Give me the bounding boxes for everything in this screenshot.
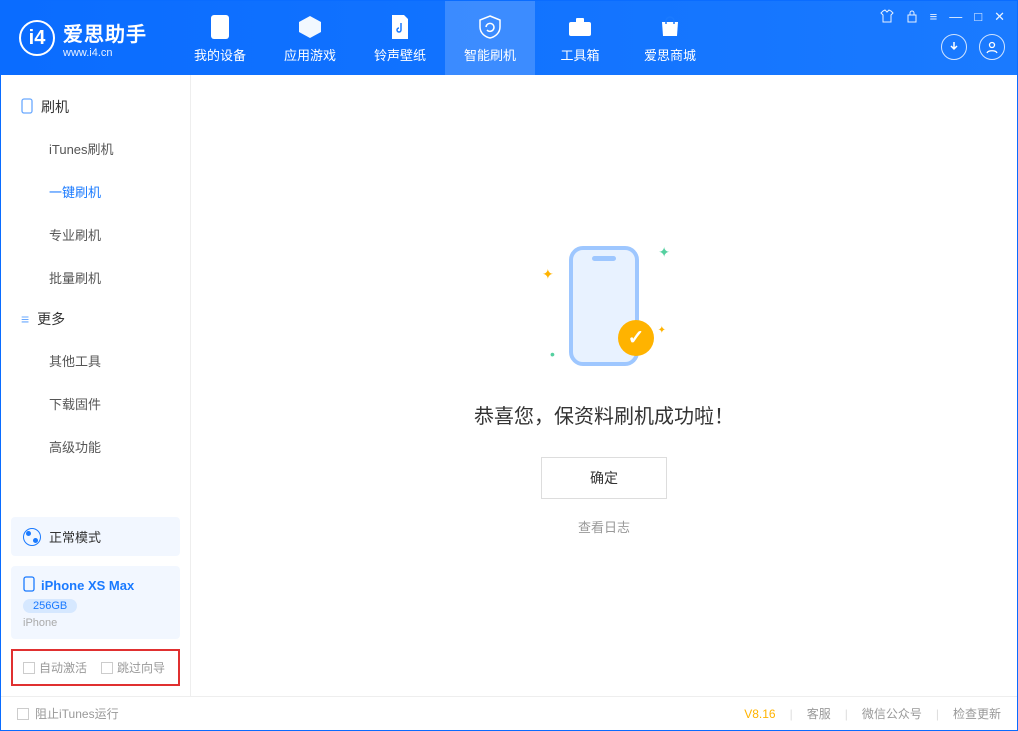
cube-icon [296, 13, 324, 41]
user-button[interactable] [979, 34, 1005, 60]
sidebar-item-download-firmware[interactable]: 下载固件 [1, 382, 190, 425]
nav-tabs: 我的设备 应用游戏 铃声壁纸 智能刷机 工具箱 爱思商城 [175, 1, 715, 75]
minimize-button[interactable]: — [949, 9, 962, 26]
phone-small-icon [23, 576, 35, 595]
tab-label: 铃声壁纸 [374, 45, 426, 64]
app-window: i4 爱思助手 www.i4.cn 我的设备 应用游戏 铃声壁纸 智能刷机 [0, 0, 1018, 731]
maximize-button[interactable]: □ [974, 9, 982, 26]
sidebar-item-itunes-flash[interactable]: iTunes刷机 [1, 127, 190, 170]
sparkle-icon: ✦ [658, 325, 666, 336]
device-icon [206, 13, 234, 41]
tab-my-device[interactable]: 我的设备 [175, 1, 265, 75]
tab-store[interactable]: 爱思商城 [625, 1, 715, 75]
menu-icon[interactable]: ≡ [930, 9, 938, 26]
device-name-text: iPhone XS Max [41, 578, 134, 593]
group-label: 更多 [37, 309, 65, 329]
device-card[interactable]: iPhone XS Max 256GB iPhone [11, 566, 180, 639]
window-controls: ≡ — □ ✕ [880, 9, 1005, 26]
sidebar-item-oneclick-flash[interactable]: 一键刷机 [1, 170, 190, 213]
checkbox-highlight-row: 自动激活 跳过向导 [11, 649, 180, 686]
sparkle-icon: ✦ [658, 244, 670, 261]
app-title: 爱思助手 [63, 18, 147, 47]
main-content: ✦ ✦ • ✦ ✓ 恭喜您，保资料刷机成功啦！ 确定 查看日志 [191, 75, 1017, 696]
logo-icon: i4 [19, 20, 55, 56]
sidebar-group-flash: 刷机 [1, 87, 190, 127]
status-link-wechat[interactable]: 微信公众号 [862, 705, 922, 722]
checkbox-auto-activate[interactable]: 自动激活 [23, 659, 87, 676]
status-link-check-update[interactable]: 检查更新 [953, 705, 1001, 722]
checkbox-skip-guide[interactable]: 跳过向导 [101, 659, 165, 676]
sparkle-icon: ✦ [542, 266, 554, 283]
sidebar-item-advanced[interactable]: 高级功能 [1, 425, 190, 468]
tab-label: 智能刷机 [464, 45, 516, 64]
success-message: 恭喜您，保资料刷机成功啦！ [474, 400, 734, 429]
sidebar-bottom: 正常模式 iPhone XS Max 256GB iPhone 自动激活 跳过向… [1, 507, 190, 696]
cb-label: 阻止iTunes运行 [35, 705, 119, 722]
toolbox-icon [566, 13, 594, 41]
mode-icon [23, 528, 41, 546]
tab-smart-flash[interactable]: 智能刷机 [445, 1, 535, 75]
sidebar-item-batch-flash[interactable]: 批量刷机 [1, 256, 190, 299]
tab-ringtones-wallpapers[interactable]: 铃声壁纸 [355, 1, 445, 75]
sparkle-icon: • [550, 346, 555, 362]
close-button[interactable]: ✕ [994, 9, 1005, 26]
cb-label: 跳过向导 [117, 659, 165, 676]
list-icon: ≡ [21, 311, 29, 327]
bag-icon [656, 13, 684, 41]
titlebar-right: ≡ — □ ✕ [868, 1, 1017, 75]
shield-refresh-icon [476, 13, 504, 41]
titlebar: i4 爱思助手 www.i4.cn 我的设备 应用游戏 铃声壁纸 智能刷机 [1, 1, 1017, 75]
version-text: V8.16 [744, 707, 775, 721]
music-file-icon [386, 13, 414, 41]
lock-icon[interactable] [906, 9, 918, 26]
tab-label: 工具箱 [560, 45, 599, 64]
logo-area: i4 爱思助手 www.i4.cn [1, 1, 165, 75]
device-storage-badge: 256GB [23, 599, 77, 613]
sidebar-item-other-tools[interactable]: 其他工具 [1, 339, 190, 382]
tab-toolbox[interactable]: 工具箱 [535, 1, 625, 75]
sidebar-item-pro-flash[interactable]: 专业刷机 [1, 213, 190, 256]
download-button[interactable] [941, 34, 967, 60]
success-illustration: ✦ ✦ • ✦ ✓ [524, 236, 684, 376]
checkbox-block-itunes[interactable]: 阻止iTunes运行 [17, 705, 119, 722]
sidebar-group-more: ≡ 更多 [1, 299, 190, 339]
phone-outline-icon [21, 98, 33, 117]
tab-label: 我的设备 [194, 45, 246, 64]
body-area: 刷机 iTunes刷机 一键刷机 专业刷机 批量刷机 ≡ 更多 其他工具 下载固… [1, 75, 1017, 696]
status-link-support[interactable]: 客服 [807, 705, 831, 722]
tab-label: 爱思商城 [644, 45, 696, 64]
sidebar: 刷机 iTunes刷机 一键刷机 专业刷机 批量刷机 ≡ 更多 其他工具 下载固… [1, 75, 191, 696]
tab-label: 应用游戏 [284, 45, 336, 64]
device-type-text: iPhone [23, 617, 168, 629]
app-subtitle: www.i4.cn [63, 47, 147, 59]
mode-label: 正常模式 [49, 527, 101, 546]
tab-apps-games[interactable]: 应用游戏 [265, 1, 355, 75]
view-log-link[interactable]: 查看日志 [578, 517, 630, 536]
mode-card[interactable]: 正常模式 [11, 517, 180, 556]
statusbar: 阻止iTunes运行 V8.16 | 客服 | 微信公众号 | 检查更新 [1, 696, 1017, 730]
checkmark-badge-icon: ✓ [618, 320, 654, 356]
cb-label: 自动激活 [39, 659, 87, 676]
ok-button[interactable]: 确定 [541, 457, 667, 499]
user-controls [941, 34, 1005, 60]
tshirt-icon[interactable] [880, 9, 894, 26]
group-label: 刷机 [41, 97, 69, 117]
